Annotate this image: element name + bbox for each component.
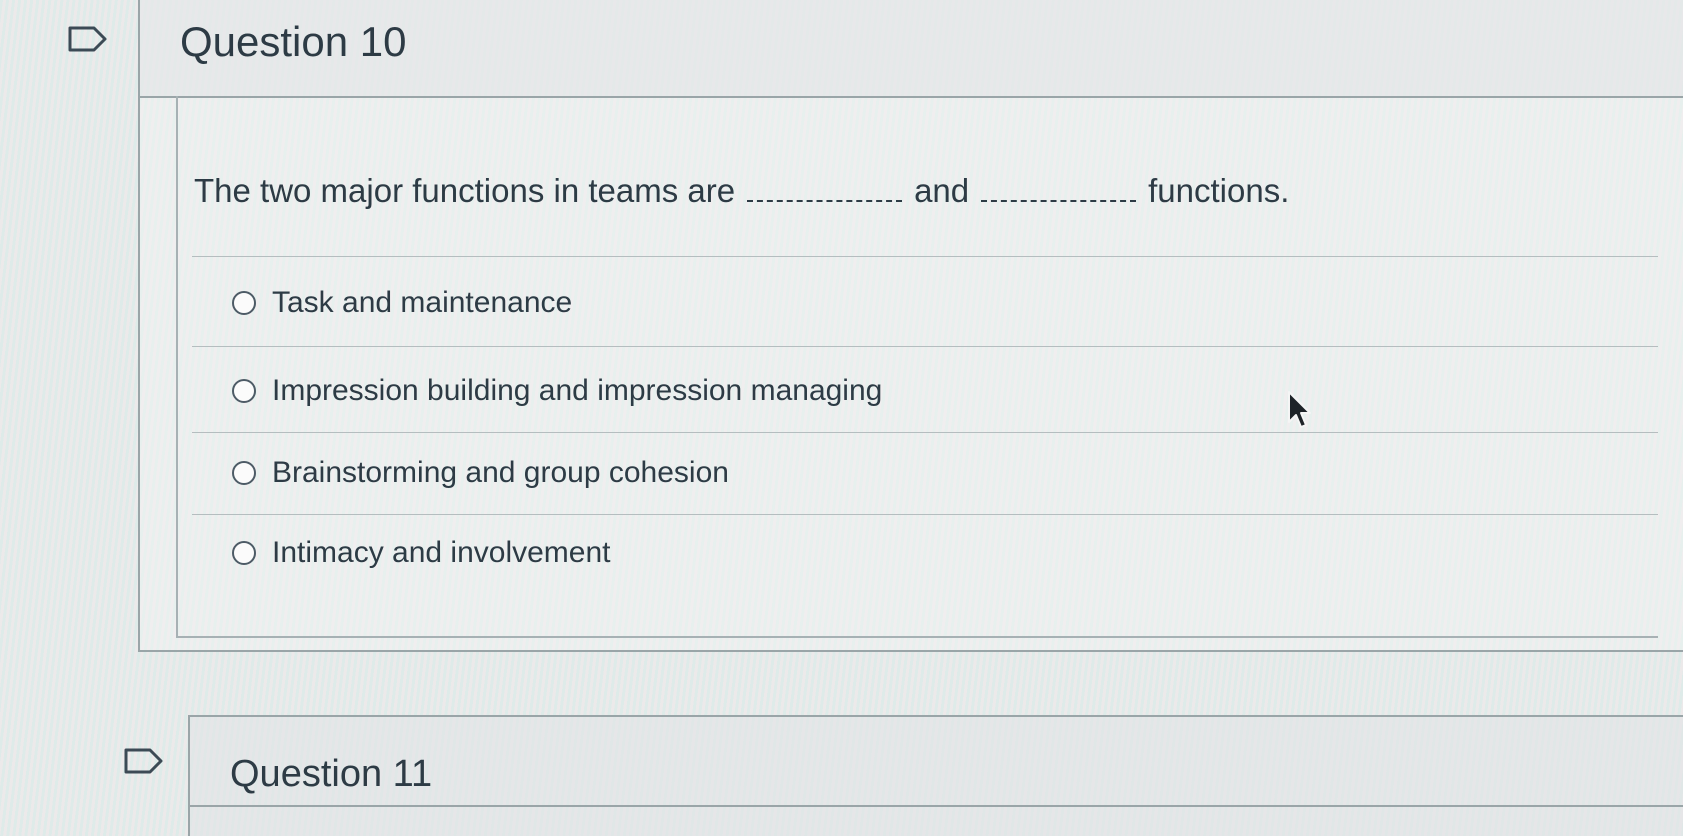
- question-10-header: Question 10: [140, 0, 1683, 98]
- radio-button[interactable]: [232, 541, 256, 565]
- answer-label: Task and maintenance: [272, 286, 573, 319]
- question-11-title: Question 11: [230, 753, 433, 795]
- flag-question-icon[interactable]: [68, 26, 108, 52]
- answer-separator: [192, 432, 1658, 433]
- answer-option-1[interactable]: Task and maintenance: [232, 286, 572, 320]
- answer-label: Brainstorming and group cohesion: [272, 456, 729, 489]
- question-11-divider: [190, 805, 1683, 807]
- answer-separator: [192, 346, 1658, 347]
- radio-button[interactable]: [232, 461, 256, 485]
- answer-option-2[interactable]: Impression building and impression manag…: [232, 374, 882, 408]
- question-11-card: Question 11: [188, 715, 1683, 836]
- answer-option-4[interactable]: Intimacy and involvement: [232, 536, 611, 570]
- answer-label: Impression building and impression manag…: [272, 374, 883, 407]
- quiz-page: Question 10 The two major functions in t…: [0, 0, 1683, 836]
- answer-option-3[interactable]: Brainstorming and group cohesion: [232, 456, 729, 490]
- radio-button[interactable]: [232, 291, 256, 315]
- radio-button[interactable]: [232, 379, 256, 403]
- answer-separator: [192, 514, 1658, 515]
- flag-question-icon[interactable]: [124, 748, 164, 774]
- question-10-body: The two major functions in teams are and f…: [176, 96, 1658, 638]
- mouse-cursor-icon: [1285, 390, 1313, 430]
- question-10-card: Question 10 The two major functions in t…: [138, 0, 1683, 652]
- answer-list: Task and maintenance Impression building…: [178, 96, 1658, 636]
- question-10-title: Question 10: [180, 18, 407, 65]
- answer-label: Intimacy and involvement: [272, 536, 611, 569]
